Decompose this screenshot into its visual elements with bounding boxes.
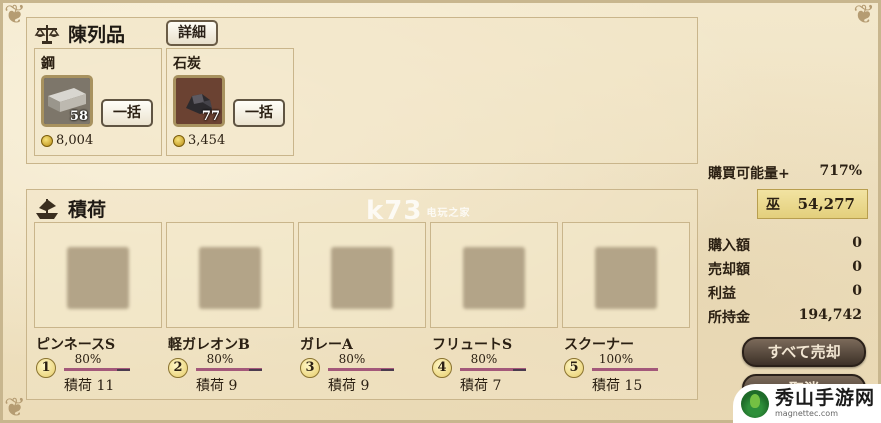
ship-capacity-percent: 80% [74, 352, 102, 366]
money-value: 54,277 [797, 195, 855, 213]
display-title-text: 陳列品 [68, 24, 126, 46]
ship-number-badge: 1 [36, 358, 56, 378]
profit-row: 利益 0 [708, 283, 862, 303]
sell-all-button[interactable]: すべて売却 [742, 337, 866, 367]
ship-number-badge: 2 [168, 358, 188, 378]
ship-name: フリュートS [432, 337, 513, 353]
funds-label: 所持金 [708, 310, 750, 326]
ship-capacity-bar-fill [592, 369, 658, 371]
ship-capacity-bar [328, 368, 394, 371]
profit-label: 利益 [708, 286, 736, 302]
detail-button[interactable]: 詳細 [166, 20, 218, 46]
profit-value: 0 [852, 283, 862, 299]
cargo-title: 積荷 [34, 195, 106, 222]
ship-cargo-count: 積荷 7 [460, 378, 502, 394]
ship-capacity-bar [592, 368, 658, 371]
ship-capacity-percent: 100% [598, 352, 634, 366]
goods-price-value: 8,004 [56, 133, 94, 148]
ship-capacity-bar [64, 368, 130, 371]
funds-row: 所持金 194,742 [708, 307, 862, 327]
display-title: 陳列品 [34, 20, 125, 47]
goods-price: 8,004 [41, 133, 93, 148]
site-logo-icon [741, 389, 769, 418]
buy-capacity-row: 購買可能量+ 717% [708, 163, 862, 183]
sale-label: 売却額 [708, 262, 750, 278]
goods-name: 鋼 [41, 56, 55, 72]
ship-image-placeholder [595, 247, 657, 309]
goods-quantity: 77 [201, 109, 220, 124]
ship-cargo-count: 積荷 9 [196, 378, 238, 394]
bulk-button[interactable]: 一括 [101, 99, 153, 127]
ship-slot[interactable] [34, 222, 162, 328]
coal-thumbnail[interactable]: 77 [173, 75, 225, 127]
ship-number-badge: 4 [432, 358, 452, 378]
sale-value: 0 [852, 259, 862, 275]
ship-capacity-percent: 80% [470, 352, 498, 366]
purchase-row: 購入額 0 [708, 235, 862, 255]
watermark-text: k73 [366, 196, 423, 226]
ship-name: ピンネースS [36, 337, 116, 353]
corner-ornament-icon: ❦ [853, 0, 875, 30]
goods-quantity: 58 [69, 109, 88, 124]
sale-row: 売却額 0 [708, 259, 862, 279]
ship-number-badge: 3 [300, 358, 320, 378]
ship-slot[interactable] [430, 222, 558, 328]
site-badge: 秀山手游网 magnettec.com [733, 384, 881, 423]
goods-card-steel[interactable]: 鋼 58 一括 8,004 [34, 48, 162, 156]
ship-capacity-percent: 80% [338, 352, 366, 366]
funds-value: 194,742 [798, 307, 862, 323]
cargo-title-text: 積荷 [68, 199, 107, 221]
corner-ornament-icon: ❦ [4, 0, 26, 30]
watermark: k73 电玩之家 [366, 196, 470, 226]
ship-capacity-bar-fill [328, 369, 381, 371]
ship-image-placeholder [199, 247, 261, 309]
ship-image-placeholder [331, 247, 393, 309]
ship-number-badge: 5 [564, 358, 584, 378]
money-box: 巫 54,277 [757, 189, 868, 219]
bulk-button[interactable]: 一括 [233, 99, 285, 127]
site-badge-title: 秀山手游网 [775, 387, 876, 409]
ship-slot[interactable] [166, 222, 294, 328]
goods-name: 石炭 [173, 56, 201, 72]
purchase-value: 0 [852, 235, 862, 251]
site-badge-url: magnettec.com [775, 409, 838, 418]
currency-icon: 巫 [766, 197, 780, 213]
corner-ornament-icon: ❦ [4, 393, 26, 423]
goods-price: 3,454 [173, 133, 225, 148]
watermark-sub: 电玩之家 [426, 208, 471, 219]
ship-name: ガレーA [300, 337, 353, 353]
ship-image-placeholder [463, 247, 525, 309]
ship-capacity-bar [460, 368, 526, 371]
buy-capacity-label: 購買可能量+ [708, 166, 790, 182]
ship-name: 軽ガレオンB [168, 337, 250, 353]
ship-cargo-count: 積荷 11 [64, 378, 115, 394]
goods-card-coal[interactable]: 石炭 77 一括 3,454 [166, 48, 294, 156]
ship-cargo-count: 積荷 9 [328, 378, 370, 394]
scales-icon [34, 24, 60, 44]
ship-capacity-percent: 80% [206, 352, 234, 366]
goods-price-value: 3,454 [188, 133, 226, 148]
ship-capacity-bar-fill [460, 369, 513, 371]
ship-capacity-bar [196, 368, 262, 371]
ship-icon [36, 198, 58, 219]
coin-icon [41, 134, 53, 147]
buy-capacity-value: 717% [819, 163, 862, 179]
ship-capacity-bar-fill [64, 369, 117, 371]
ship-image-placeholder [67, 247, 129, 309]
purchase-label: 購入額 [708, 238, 750, 254]
steel-thumbnail[interactable]: 58 [41, 75, 93, 127]
ship-slot[interactable] [562, 222, 690, 328]
coin-icon [173, 134, 185, 147]
ship-slot[interactable] [298, 222, 426, 328]
ship-capacity-bar-fill [196, 369, 249, 371]
ship-cargo-count: 積荷 15 [592, 378, 643, 394]
ship-name: スクーナー [564, 337, 634, 353]
